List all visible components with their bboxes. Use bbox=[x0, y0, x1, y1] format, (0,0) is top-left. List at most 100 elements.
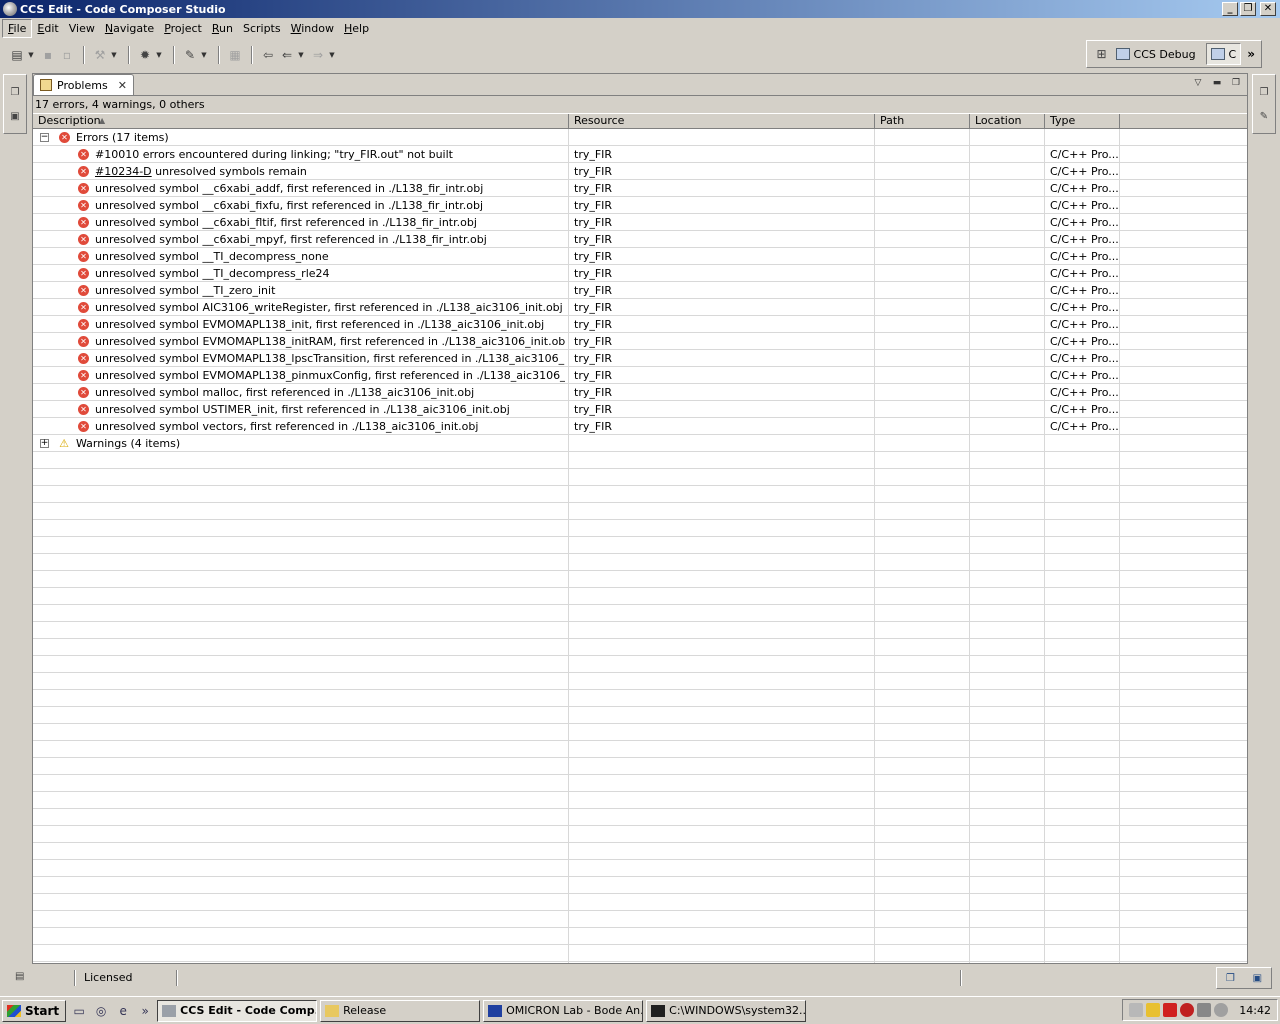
build-hammer-icon[interactable]: ⚒ bbox=[91, 46, 109, 64]
menu-file[interactable]: File bbox=[2, 18, 33, 38]
new-icon[interactable]: ▤ bbox=[8, 46, 26, 64]
save-all-icon[interactable]: ▫ bbox=[58, 46, 76, 64]
column-header-resource[interactable]: Resource bbox=[569, 114, 875, 129]
maximize-icon[interactable]: ❐ bbox=[1229, 76, 1243, 90]
problems-table[interactable]: Description ▲ Resource Path Location Type − ✕ E… bbox=[33, 114, 1247, 963]
taskbar-button[interactable]: CCS Edit - Code Comp... bbox=[157, 999, 318, 1022]
restore-button[interactable]: ❐ bbox=[1240, 2, 1256, 16]
table-row[interactable]: ✕ unresolved symbol __TI_decompress_rle24… bbox=[33, 265, 1247, 282]
cell-type: C/C++ Pro... bbox=[1050, 369, 1119, 382]
security-shield-icon[interactable] bbox=[1146, 1003, 1161, 1017]
menu-view[interactable]: View bbox=[64, 20, 100, 37]
debug-dropdown-arrow[interactable]: ▼ bbox=[155, 46, 163, 64]
perspective-ccs-edit[interactable]: C bbox=[1205, 43, 1242, 65]
tree-group-errors[interactable]: − ✕ Errors (17 items) bbox=[33, 129, 1247, 146]
table-row[interactable]: ✕ #10234-D unresolved symbols remain try_F… bbox=[33, 163, 1247, 180]
table-row[interactable]: ✕ unresolved symbol __c6xabi_addf, first … bbox=[33, 180, 1247, 197]
column-header-description[interactable]: Description ▲ bbox=[33, 114, 569, 129]
menu-project[interactable]: Project bbox=[159, 20, 207, 37]
back-dropdown-arrow[interactable]: ▼ bbox=[297, 46, 305, 64]
expand-toggle-icon[interactable]: + bbox=[40, 439, 49, 448]
menu-scripts[interactable]: Scripts bbox=[238, 20, 286, 37]
volume-icon[interactable] bbox=[1197, 1003, 1212, 1017]
column-header-path[interactable]: Path bbox=[875, 114, 970, 129]
menu-run[interactable]: Run bbox=[207, 20, 238, 37]
table-row[interactable]: ✕ #10010 errors encountered during linkin… bbox=[33, 146, 1247, 163]
antivirus-icon[interactable] bbox=[1180, 1003, 1195, 1017]
forward-icon[interactable]: ⇒ bbox=[309, 46, 327, 64]
table-row[interactable]: ✕ unresolved symbol EVMOMAPL138_initRAM, … bbox=[33, 333, 1247, 350]
tab-problems[interactable]: Problems ✕ bbox=[33, 74, 134, 95]
error-icon: ✕ bbox=[78, 387, 89, 398]
cell-resource: try_FIR bbox=[574, 318, 613, 331]
last-edit-location-icon[interactable]: ⇦ bbox=[259, 46, 277, 64]
table-row[interactable]: ✕ unresolved symbol vectors, first refere… bbox=[33, 418, 1247, 435]
folder-icon[interactable]: ▭ bbox=[70, 1002, 88, 1020]
table-row[interactable]: ✕ unresolved symbol __c6xabi_fltif, first… bbox=[33, 214, 1247, 231]
flash-dropdown-arrow[interactable]: ▼ bbox=[200, 46, 208, 64]
table-row[interactable]: ✕ unresolved symbol EVMOMAPL138_init, fir… bbox=[33, 316, 1247, 333]
save-icon[interactable]: ▪ bbox=[39, 46, 57, 64]
quick-launch-app-icon[interactable]: ◎ bbox=[92, 1002, 110, 1020]
taskbar-button[interactable]: C:\WINDOWS\system32... bbox=[646, 999, 807, 1022]
column-header-location[interactable]: Location bbox=[970, 114, 1045, 129]
title-bar[interactable]: CCS Edit - Code Composer Studio _ ❐ ✕ bbox=[0, 0, 1280, 18]
table-row[interactable]: ✕ unresolved symbol __TI_decompress_none t… bbox=[33, 248, 1247, 265]
taskbar-button[interactable]: OMICRON Lab - Bode An... bbox=[483, 999, 644, 1022]
network-icon[interactable] bbox=[1129, 1003, 1144, 1017]
menu-help[interactable]: Help bbox=[339, 20, 374, 37]
cell-resource: try_FIR bbox=[574, 182, 613, 195]
windows-logo-icon bbox=[7, 1004, 21, 1017]
show-whitespace-icon[interactable]: ▦ bbox=[226, 46, 244, 64]
perspective-ccs-debug[interactable]: CCS Debug bbox=[1112, 43, 1200, 65]
table-row[interactable]: ✕ unresolved symbol EVMOMAPL138_lpscTrans… bbox=[33, 350, 1247, 367]
project-explorer-icon[interactable]: ▣ bbox=[8, 109, 22, 123]
cell-description: unresolved symbol __TI_zero_init bbox=[95, 284, 276, 297]
forward-dropdown-arrow[interactable]: ▼ bbox=[328, 46, 336, 64]
menu-window[interactable]: Window bbox=[286, 20, 339, 37]
menu-navigate[interactable]: Navigate bbox=[100, 20, 159, 37]
restore-icon[interactable]: ❐ bbox=[1257, 85, 1271, 99]
table-row[interactable]: ✕ unresolved symbol USTIMER_init, first r… bbox=[33, 401, 1247, 418]
column-header-type[interactable]: Type bbox=[1045, 114, 1120, 129]
restore-icon[interactable]: ❐ bbox=[1226, 973, 1235, 984]
windows-taskbar: Start ▭ ◎ e » CCS Edit - Code Comp... Rel… bbox=[0, 996, 1280, 1024]
ati-icon[interactable] bbox=[1163, 1003, 1178, 1017]
table-row[interactable]: ✕ unresolved symbol EVMOMAPL138_pinmuxCon… bbox=[33, 367, 1247, 384]
outline-icon[interactable]: ✎ bbox=[1257, 109, 1271, 123]
close-button[interactable]: ✕ bbox=[1260, 2, 1276, 16]
device-icon[interactable] bbox=[1214, 1003, 1229, 1017]
error-icon: ✕ bbox=[78, 251, 89, 262]
close-icon[interactable]: ✕ bbox=[118, 79, 127, 92]
tree-group-warnings[interactable]: + ⚠ Warnings (4 items) bbox=[33, 435, 1247, 452]
perspective-more-chevron[interactable]: » bbox=[1247, 47, 1255, 61]
back-icon[interactable]: ⇐ bbox=[278, 46, 296, 64]
quick-launch-more-chevron[interactable]: » bbox=[136, 1002, 154, 1020]
collapse-toggle-icon[interactable]: − bbox=[40, 133, 49, 142]
restore-icon[interactable]: ❐ bbox=[8, 85, 22, 99]
error-icon: ✕ bbox=[59, 132, 70, 143]
table-row[interactable]: ✕ unresolved symbol __c6xabi_mpyf, first … bbox=[33, 231, 1247, 248]
internet-explorer-icon[interactable]: e bbox=[114, 1002, 132, 1020]
debug-bug-icon[interactable]: ✹ bbox=[136, 46, 154, 64]
taskbar-button[interactable]: Release bbox=[320, 999, 481, 1022]
error-code-link[interactable]: #10234-D bbox=[95, 165, 152, 178]
build-dropdown-arrow[interactable]: ▼ bbox=[110, 46, 118, 64]
table-row[interactable]: ✕ unresolved symbol AIC3106_writeRegister… bbox=[33, 299, 1247, 316]
minimize-button[interactable]: _ bbox=[1222, 2, 1238, 16]
flash-icon[interactable]: ✎ bbox=[181, 46, 199, 64]
start-button[interactable]: Start bbox=[2, 999, 67, 1022]
view-menu-chevron-down-icon[interactable]: ▽ bbox=[1191, 76, 1205, 90]
console-icon[interactable]: ▣ bbox=[1253, 973, 1262, 984]
open-perspective-icon[interactable]: ⊞ bbox=[1093, 45, 1111, 63]
column-header-label: Path bbox=[880, 114, 905, 127]
menu-edit[interactable]: Edit bbox=[32, 20, 63, 37]
table-row[interactable]: ✕ unresolved symbol __c6xabi_fixfu, first… bbox=[33, 197, 1247, 214]
table-row[interactable]: ✕ unresolved symbol __TI_zero_init try_FIR… bbox=[33, 282, 1247, 299]
left-trim-stack: ❐ ▣ bbox=[3, 74, 27, 134]
table-row[interactable]: ✕ unresolved symbol malloc, first referen… bbox=[33, 384, 1247, 401]
minimize-icon[interactable]: ▬ bbox=[1210, 76, 1224, 90]
new-dropdown-arrow[interactable]: ▼ bbox=[27, 46, 35, 64]
fast-view-icon[interactable]: ▤ bbox=[15, 971, 29, 983]
menu-label-rest: dit bbox=[44, 21, 59, 35]
